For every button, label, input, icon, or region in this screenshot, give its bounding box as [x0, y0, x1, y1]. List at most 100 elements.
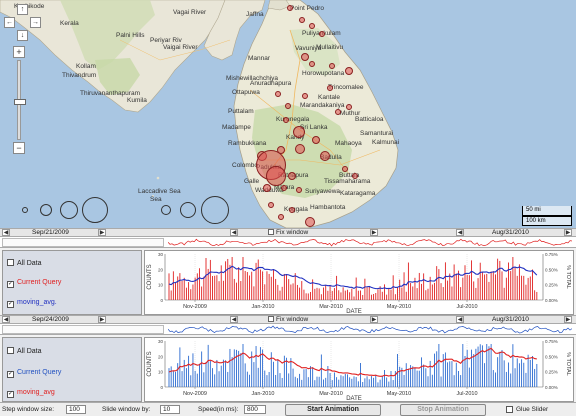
panel1-window-left-button[interactable]: ◀ [230, 229, 238, 236]
panel2-moving-avg-checkbox[interactable]: ✓ [7, 391, 14, 398]
map-place-label: Anuradhapura [250, 80, 292, 87]
panel2-start-date: Sep/24/2009 [32, 316, 69, 323]
panel1-overview-slider[interactable] [0, 237, 576, 248]
map-data-bubble[interactable] [268, 202, 274, 208]
panel1-prev-right-button[interactable]: ◀ [456, 229, 464, 236]
map-data-bubble[interactable] [263, 184, 271, 192]
panel1-series-all-data[interactable]: All Data [7, 259, 42, 267]
map-data-bubble[interactable] [295, 144, 305, 154]
zoom-out-button[interactable]: − [13, 142, 25, 154]
pan-left-button[interactable]: ← [4, 17, 15, 28]
zoom-track[interactable] [14, 60, 26, 140]
map-data-bubble[interactable] [296, 187, 302, 193]
zoom-thumb[interactable] [14, 99, 26, 105]
panel1-all-data-checkbox[interactable] [7, 259, 14, 266]
panel2-window-right-button[interactable]: ▶ [370, 316, 378, 323]
panel2-fix-window-checkbox[interactable] [268, 316, 274, 322]
map-data-bubble[interactable] [342, 166, 348, 172]
map-data-bubble[interactable] [293, 126, 305, 138]
map-data-bubble[interactable] [312, 136, 320, 144]
panel1-next-right-button[interactable]: ▶ [564, 229, 572, 236]
map-data-bubble[interactable] [266, 166, 286, 186]
map-data-bubble[interactable] [320, 151, 330, 161]
panel1-fix-window-checkbox[interactable] [268, 229, 274, 235]
y-axis-label: COUNTS [147, 351, 153, 376]
map-data-bubble[interactable] [299, 17, 305, 23]
zoom-in-button[interactable]: + [13, 46, 25, 58]
pan-up-button[interactable]: ↑ [17, 4, 28, 15]
panel1-current-query-checkbox[interactable]: ✓ [7, 281, 14, 288]
slide-window-input[interactable]: 10 [160, 405, 180, 414]
stop-animation-button[interactable]: Stop Animation [400, 404, 486, 416]
map-data-bubble[interactable] [329, 63, 335, 69]
map-data-bubble[interactable] [319, 31, 325, 37]
map-data-bubble[interactable] [281, 185, 287, 191]
map-data-bubble[interactable] [283, 117, 289, 123]
map-place-label: Palni Hills [116, 32, 145, 39]
panel2-prev-right-button[interactable]: ◀ [456, 316, 464, 323]
panel2-prev-left-button[interactable]: ◀ [2, 316, 10, 323]
panel1-window-right-button[interactable]: ▶ [370, 229, 378, 236]
map-data-bubble[interactable] [309, 23, 315, 29]
pan-right-button[interactable]: → [30, 17, 41, 28]
panel1-series-moving-avg[interactable]: ✓ moving_avg. [7, 299, 57, 308]
step-window-input[interactable]: 100 [66, 405, 86, 414]
panel2-all-data-checkbox[interactable] [7, 347, 14, 354]
panel2-overview-slider[interactable] [0, 324, 576, 335]
panel1-next-left-button[interactable]: ▶ [98, 229, 106, 236]
zoom-slider[interactable]: + − [13, 46, 27, 156]
map-data-bubble[interactable] [302, 93, 308, 99]
start-animation-button[interactable]: Start Animation [285, 404, 381, 416]
panel2-series-all-data[interactable]: All Data [7, 347, 42, 355]
panel2-chart[interactable]: COUNTS % TOTAL 0 10 20 30 0.00% 0.25% 0.50% 0.75%… [144, 337, 574, 402]
map-view[interactable]: Kozhikode Vagai River Kerala Palni Hills Per… [0, 0, 576, 228]
panel2-series-current-query[interactable]: ✓ Current Query [7, 369, 61, 378]
panel2-next-left-button[interactable]: ▶ [98, 316, 106, 323]
map-data-bubble[interactable] [275, 91, 281, 97]
map-place-label: Kurunegala [276, 116, 310, 123]
panel1-moving-avg-checkbox[interactable]: ✓ [7, 301, 14, 308]
panel1-slider-window[interactable] [2, 238, 164, 247]
panel2-slider-window[interactable] [2, 325, 164, 334]
y-right-tick-label: 0.00% [545, 385, 558, 390]
size-legend-circle [161, 205, 171, 215]
map-place-label: Sea [150, 196, 162, 203]
map-data-bubble[interactable] [346, 104, 352, 110]
x-axis-label: DATE [346, 396, 362, 401]
panel2-series-moving-avg[interactable]: ✓ moving_avg [7, 389, 55, 398]
glue-slider-checkbox[interactable] [506, 406, 513, 413]
map-data-bubble[interactable] [327, 85, 333, 91]
panel1-prev-left-button[interactable]: ◀ [2, 229, 10, 236]
map-data-bubble[interactable] [301, 53, 309, 61]
pan-down-button[interactable]: ↓ [17, 30, 28, 41]
y-right-tick-label: 0.50% [545, 267, 558, 272]
panel2-window-left-button[interactable]: ◀ [230, 316, 238, 323]
map-place-label: Kataragama [340, 190, 376, 197]
x-tick-label: Jan-2010 [252, 304, 275, 310]
y-tick-label: 10 [158, 283, 164, 288]
map-place-label: Marandakaniya [300, 102, 345, 109]
sparkline [168, 238, 572, 247]
map-data-bubble[interactable] [278, 214, 284, 220]
map-data-bubble[interactable] [309, 61, 315, 67]
speed-input[interactable]: 800 [244, 405, 266, 414]
panel1-series-current-query[interactable]: ✓ Current Query [7, 279, 61, 288]
map-data-bubble[interactable] [287, 5, 293, 11]
map-data-bubble[interactable] [345, 67, 353, 75]
panel2-next-right-button[interactable]: ▶ [564, 316, 572, 323]
map-place-label: Point Pedro [290, 5, 324, 12]
panel2-end-date: Aug/31/2010 [492, 316, 529, 323]
map-data-bubble[interactable] [352, 173, 358, 179]
panel2-current-query-checkbox[interactable]: ✓ [7, 371, 14, 378]
map-data-bubble[interactable] [288, 172, 296, 180]
panel1-chart[interactable]: COUNTS % TOTAL 0 10 20 30 0.00% 0.25% 0.50% 0.75%… [144, 250, 574, 315]
map-data-bubble[interactable] [285, 103, 291, 109]
panel2-fix-window[interactable]: Fix window [268, 316, 308, 323]
map-data-bubble[interactable] [335, 109, 341, 115]
map-place-label: Horowupotana [302, 70, 345, 77]
map-data-bubble[interactable] [289, 207, 295, 213]
panel1-start-date: Sep/21/2009 [32, 229, 69, 236]
map-data-bubble[interactable] [305, 217, 315, 227]
map-place-label: Samanturai [360, 130, 394, 137]
panel1-fix-window[interactable]: Fix window [268, 229, 308, 236]
